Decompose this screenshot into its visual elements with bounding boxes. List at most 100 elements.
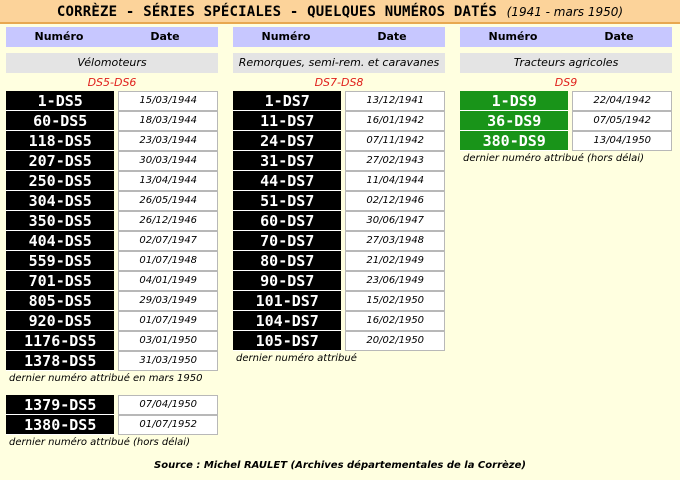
table-row: 104-DS7 16/02/1950 — [233, 311, 445, 331]
table-row: 304-DS5 26/05/1944 — [6, 191, 218, 211]
column-header: Numéro Date — [6, 27, 218, 47]
plate-date: 04/01/1949 — [118, 271, 218, 291]
plate-date: 30/06/1947 — [345, 211, 445, 231]
table-row: 207-DS5 30/03/1944 — [6, 151, 218, 171]
plate-date: 03/01/1950 — [118, 331, 218, 351]
plate-date: 22/04/1942 — [572, 91, 672, 111]
table-row: 60-DS5 18/03/1944 — [6, 111, 218, 131]
plate-number: 805-DS5 — [6, 291, 115, 311]
plate-list: 1-DS9 22/04/1942 36-DS9 07/05/1942 380-DS9 13… — [460, 91, 672, 151]
table-row: 559-DS5 01/07/1948 — [6, 251, 218, 271]
table-row: 24-DS7 07/11/1942 — [233, 131, 445, 151]
table-row: 44-DS7 11/04/1944 — [233, 171, 445, 191]
plate-number: 70-DS7 — [233, 231, 342, 251]
table-row: 250-DS5 13/04/1944 — [6, 171, 218, 191]
plate-date: 13/12/1941 — [345, 91, 445, 111]
header-numero: Numéro — [261, 30, 311, 43]
plate-number: 44-DS7 — [233, 171, 342, 191]
plate-date: 01/07/1949 — [118, 311, 218, 331]
header-numero: Numéro — [488, 30, 538, 43]
plate-number: 250-DS5 — [6, 171, 115, 191]
plate-number: 118-DS5 — [6, 131, 115, 151]
plate-number: 701-DS5 — [6, 271, 115, 291]
plate-number: 1-DS9 — [460, 91, 569, 111]
plate-number: 207-DS5 — [6, 151, 115, 171]
late-number-note: dernier numéro attribué (hors délai) — [9, 437, 190, 448]
plate-number: 60-DS5 — [6, 111, 115, 131]
table-row: 805-DS5 29/03/1949 — [6, 291, 218, 311]
column-header: Numéro Date — [233, 27, 445, 47]
table-row: 920-DS5 01/07/1949 — [6, 311, 218, 331]
plate-number: 350-DS5 — [6, 211, 115, 231]
title-main: CORRÈZE - SÉRIES SPÉCIALES - QUELQUES NU… — [56, 4, 497, 20]
table-row: 1176-DS5 03/01/1950 — [6, 331, 218, 351]
table-row: 51-DS7 02/12/1946 — [233, 191, 445, 211]
plate-number: 31-DS7 — [233, 151, 342, 171]
plate-number: 1176-DS5 — [6, 331, 115, 351]
plate-number: 24-DS7 — [233, 131, 342, 151]
table-row: 36-DS9 07/05/1942 — [460, 111, 672, 131]
series-label: DS5-DS6 — [87, 76, 137, 89]
plate-date: 31/03/1950 — [118, 351, 218, 371]
plate-date: 07/11/1942 — [345, 131, 445, 151]
plate-date: 23/03/1944 — [118, 131, 218, 151]
table-row: 60-DS7 30/06/1947 — [233, 211, 445, 231]
plate-date: 21/02/1949 — [345, 251, 445, 271]
table-row: 1380-DS5 01/07/1952 — [6, 415, 218, 435]
plate-date: 15/02/1950 — [345, 291, 445, 311]
plate-list: 1-DS7 13/12/1941 11-DS7 16/01/1942 24-DS7 07/… — [233, 91, 445, 351]
plate-number: 90-DS7 — [233, 271, 342, 291]
plate-date: 02/12/1946 — [345, 191, 445, 211]
plate-date: 07/04/1950 — [118, 395, 218, 415]
plate-list: 1-DS5 15/03/1944 60-DS5 18/03/1944 118-DS5 23… — [6, 91, 218, 371]
table-row: 1-DS9 22/04/1942 — [460, 91, 672, 111]
title-sub: (1941 - mars 1950) — [506, 5, 624, 19]
plate-date: 15/03/1944 — [118, 91, 218, 111]
table-row: 11-DS7 16/01/1942 — [233, 111, 445, 131]
plate-date: 02/07/1947 — [118, 231, 218, 251]
plate-date: 30/03/1944 — [118, 151, 218, 171]
plate-date: 11/04/1944 — [345, 171, 445, 191]
plate-number: 101-DS7 — [233, 291, 342, 311]
plate-date: 26/12/1946 — [118, 211, 218, 231]
plate-number: 80-DS7 — [233, 251, 342, 271]
plate-date: 26/05/1944 — [118, 191, 218, 211]
plate-number: 60-DS7 — [233, 211, 342, 231]
plate-date: 29/03/1949 — [118, 291, 218, 311]
plate-date: 13/04/1950 — [572, 131, 672, 151]
plate-number: 105-DS7 — [233, 331, 342, 351]
table-row: 90-DS7 23/06/1949 — [233, 271, 445, 291]
header-date: Date — [377, 30, 407, 43]
column-remorques: Numéro Date Remorques, semi-rem. et cara… — [233, 27, 445, 367]
plate-date: 01/07/1948 — [118, 251, 218, 271]
table-row: 701-DS5 04/01/1949 — [6, 271, 218, 291]
plate-number: 1380-DS5 — [6, 415, 115, 435]
column-header: Numéro Date — [460, 27, 672, 47]
table-row: 1378-DS5 31/03/1950 — [6, 351, 218, 371]
table-row: 118-DS5 23/03/1944 — [6, 131, 218, 151]
column-tracteurs: Numéro Date Tracteurs agricoles DS9 1-DS… — [460, 27, 672, 167]
plate-number: 1379-DS5 — [6, 395, 115, 415]
table-row: 380-DS9 13/04/1950 — [460, 131, 672, 151]
plate-date: 01/07/1952 — [118, 415, 218, 435]
table-row: 404-DS5 02/07/1947 — [6, 231, 218, 251]
series-label: DS9 — [554, 76, 578, 89]
table-row: 80-DS7 21/02/1949 — [233, 251, 445, 271]
last-number-note: dernier numéro attribué en mars 1950 — [9, 373, 203, 384]
plate-number: 920-DS5 — [6, 311, 115, 331]
series-label: DS7-DS8 — [314, 76, 364, 89]
plate-number: 1-DS5 — [6, 91, 115, 111]
plate-date: 16/02/1950 — [345, 311, 445, 331]
table-row: 105-DS7 20/02/1950 — [233, 331, 445, 351]
header-date: Date — [150, 30, 180, 43]
plate-number: 104-DS7 — [233, 311, 342, 331]
plate-number: 559-DS5 — [6, 251, 115, 271]
table-row: 101-DS7 15/02/1950 — [233, 291, 445, 311]
table-row: 70-DS7 27/03/1948 — [233, 231, 445, 251]
table-row: 1-DS7 13/12/1941 — [233, 91, 445, 111]
plate-date: 27/03/1948 — [345, 231, 445, 251]
header-date: Date — [604, 30, 634, 43]
plate-date: 27/02/1943 — [345, 151, 445, 171]
plate-number: 36-DS9 — [460, 111, 569, 131]
plate-number: 1378-DS5 — [6, 351, 115, 371]
